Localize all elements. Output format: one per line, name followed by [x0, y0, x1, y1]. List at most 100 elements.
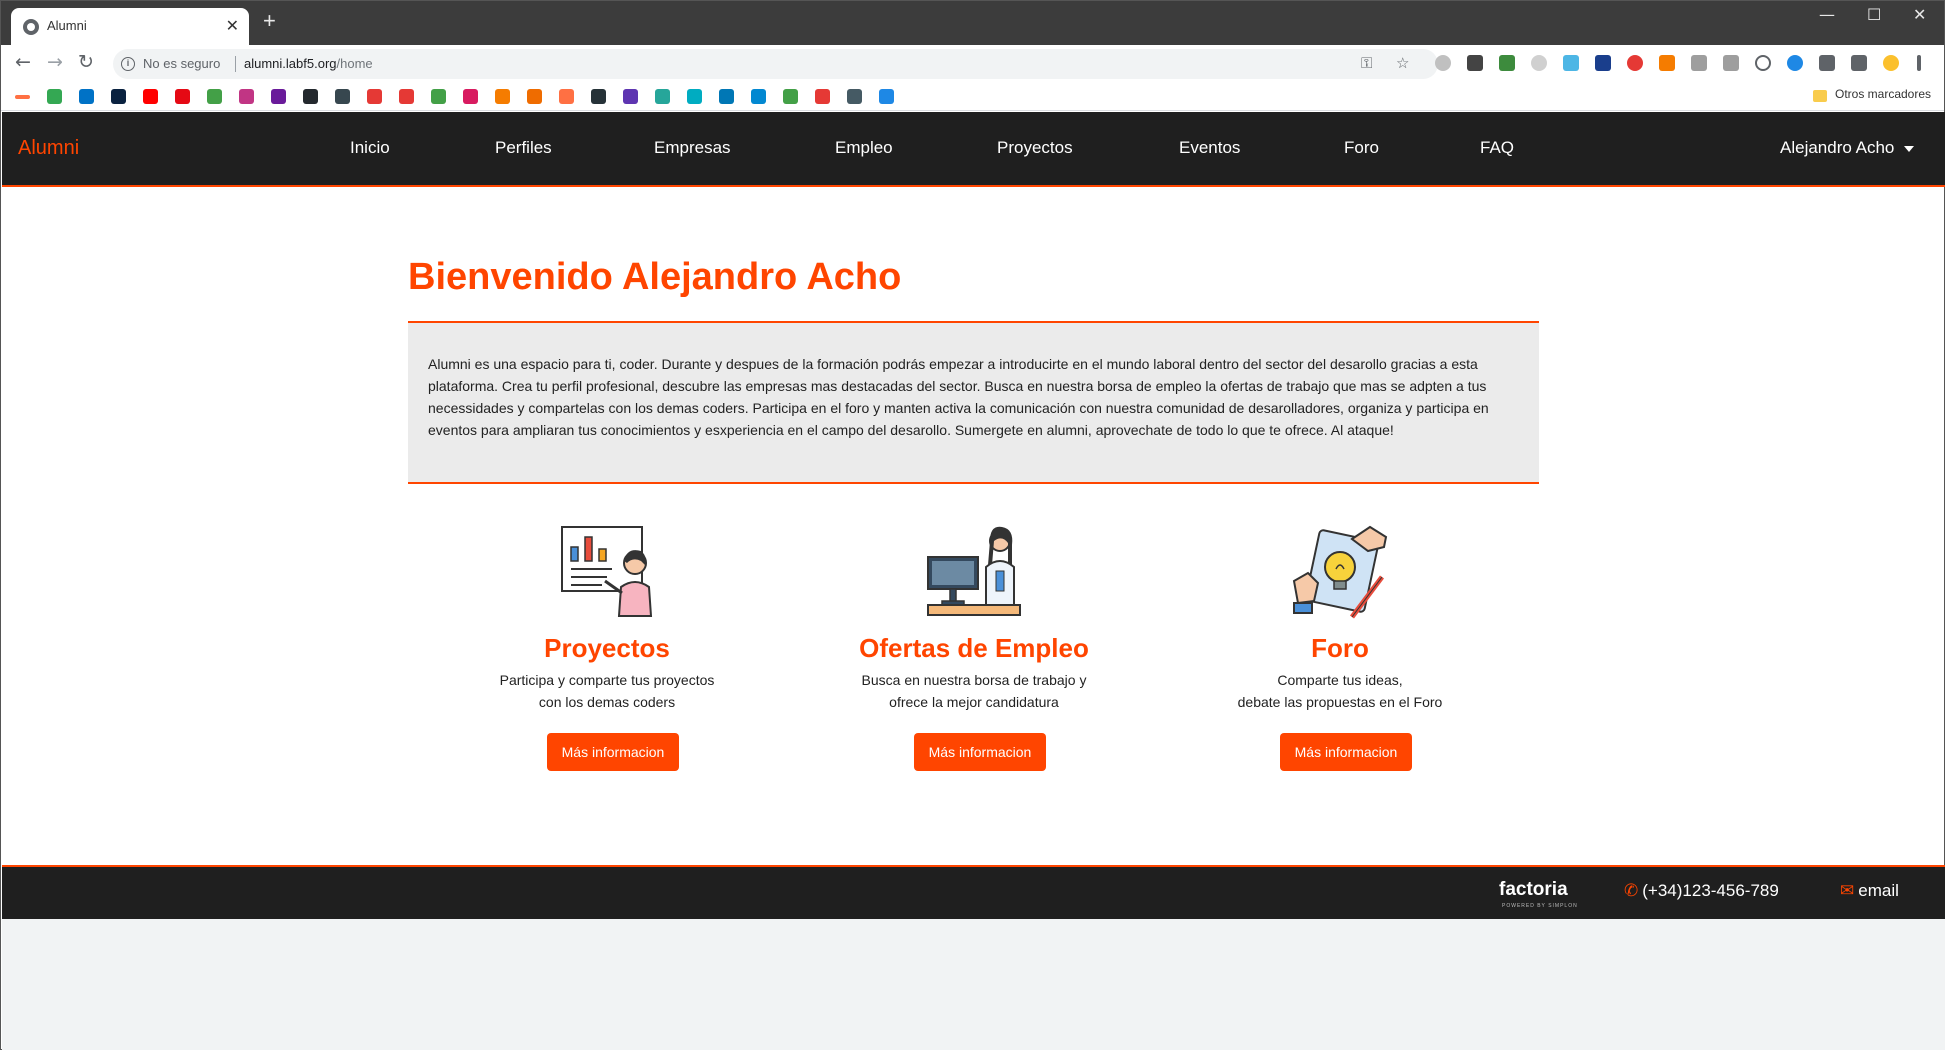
page-background: [2, 919, 1945, 1050]
card-description: Participa y comparte tus proyectos con l…: [447, 669, 767, 713]
phone-number: (+34)123-456-789: [1642, 881, 1779, 900]
extension-icon[interactable]: [1531, 55, 1547, 71]
url-host: alumni.labf5.org: [244, 56, 337, 71]
instagram-icon[interactable]: [239, 89, 254, 104]
intro-box: Alumni es una espacio para ti, coder. Du…: [408, 321, 1539, 484]
site-navbar: Alumni Inicio Perfiles Empresas Empleo P…: [2, 112, 1945, 187]
bookmark-icon[interactable]: [815, 89, 830, 104]
user-name: Alejandro Acho: [1780, 138, 1895, 157]
nav-link-empresas[interactable]: Empresas: [654, 138, 731, 158]
netflix-icon[interactable]: [175, 89, 190, 104]
nav-link-eventos[interactable]: Eventos: [1179, 138, 1240, 158]
close-window-button[interactable]: ✕: [1913, 5, 1926, 24]
site-footer: factoria POWERED BY SIMPLON ✆ (+34)123-45…: [2, 865, 1945, 919]
nav-link-inicio[interactable]: Inicio: [350, 138, 390, 158]
nav-link-empleo[interactable]: Empleo: [835, 138, 893, 158]
idea-icon: [1292, 525, 1388, 619]
bookmark-icon[interactable]: [495, 89, 510, 104]
card-description-line: Busca en nuestra borsa de trabajo y: [861, 672, 1087, 688]
download-icon[interactable]: [1723, 55, 1739, 71]
extension-icon[interactable]: [1563, 55, 1579, 71]
nav-link-proyectos[interactable]: Proyectos: [997, 138, 1073, 158]
envelope-icon: ✉: [1840, 881, 1855, 900]
url-path: /home: [336, 56, 373, 71]
media-icon[interactable]: [1851, 55, 1867, 71]
maximize-button[interactable]: ☐: [1867, 5, 1881, 24]
more-info-button[interactable]: Más informacion: [547, 733, 679, 771]
bookmark-icon[interactable]: [111, 89, 126, 104]
other-bookmarks[interactable]: Otros marcadores: [1835, 87, 1931, 101]
bookmark-icon[interactable]: [271, 89, 286, 104]
bookmark-icon[interactable]: [751, 89, 766, 104]
bookmark-icon[interactable]: [591, 89, 606, 104]
extension-icon[interactable]: [1467, 55, 1483, 71]
address-bar[interactable]: i No es seguro alumni.labf5.org/home ⚿ ☆: [113, 49, 1438, 79]
bookmark-icon[interactable]: [879, 89, 894, 104]
outlook-icon[interactable]: [79, 89, 94, 104]
card-description: Busca en nuestra borsa de trabajo y ofre…: [814, 669, 1134, 713]
youtube-icon[interactable]: [143, 89, 158, 104]
bookmark-icon[interactable]: [367, 89, 382, 104]
avatar[interactable]: [1883, 55, 1899, 71]
card-description-line: Comparte tus ideas,: [1277, 672, 1403, 688]
phone-icon: ✆: [1624, 881, 1639, 900]
extension-icon[interactable]: [1435, 55, 1451, 71]
factoria-logo[interactable]: factoria: [1499, 879, 1568, 901]
tab-strip: Alumni ✕ + — ☐ ✕: [1, 1, 1944, 45]
star-icon[interactable]: ☆: [1396, 54, 1409, 72]
forward-button[interactable]: →: [47, 52, 63, 72]
bookmark-icon[interactable]: [15, 95, 30, 99]
footer-phone[interactable]: ✆ (+34)123-456-789: [1624, 881, 1779, 901]
nav-link-faq[interactable]: FAQ: [1480, 138, 1514, 158]
footer-email[interactable]: ✉ email: [1840, 881, 1899, 901]
bookmark-icon[interactable]: [463, 89, 478, 104]
browser-window: Alumni ✕ + — ☐ ✕ ← → ↻ i No es seguro al…: [0, 0, 1945, 1050]
more-info-button[interactable]: Más informacion: [1280, 733, 1412, 771]
minimize-button[interactable]: —: [1819, 5, 1835, 24]
extension-icon[interactable]: [1499, 55, 1515, 71]
bookmark-icon[interactable]: [431, 89, 446, 104]
extension-icon[interactable]: [1691, 55, 1707, 71]
linkedin-icon[interactable]: [719, 89, 734, 104]
user-menu[interactable]: Alejandro Acho: [1780, 138, 1915, 158]
github-icon[interactable]: [303, 89, 318, 104]
tab-close-button[interactable]: ✕: [226, 16, 239, 36]
key-icon[interactable]: ⚿: [1361, 54, 1372, 72]
bookmarks-bar: Otros marcadores: [1, 82, 1944, 111]
kebab-menu-icon[interactable]: [1917, 55, 1921, 71]
bookmark-icon[interactable]: [207, 89, 222, 104]
extension-icon[interactable]: [1595, 55, 1611, 71]
bookmark-icon[interactable]: [335, 89, 350, 104]
bookmark-icon[interactable]: [399, 89, 414, 104]
info-icon[interactable]: i: [121, 57, 135, 71]
bookmark-icon[interactable]: [655, 89, 670, 104]
new-tab-button[interactable]: +: [263, 10, 276, 32]
adblock-icon[interactable]: [1627, 55, 1643, 71]
bookmark-icon[interactable]: [687, 89, 702, 104]
url-text[interactable]: alumni.labf5.org/home: [244, 56, 373, 71]
nav-link-perfiles[interactable]: Perfiles: [495, 138, 552, 158]
bookmark-icon[interactable]: [847, 89, 862, 104]
bookmark-icon[interactable]: [559, 89, 574, 104]
bookmark-icon[interactable]: [623, 89, 638, 104]
more-info-button[interactable]: Más informacion: [914, 733, 1046, 771]
extension-icon[interactable]: [1659, 55, 1675, 71]
card-description-line: con los demas coders: [538, 694, 676, 710]
search-icon[interactable]: [1755, 55, 1771, 71]
globe-icon: [23, 19, 39, 35]
card-title: Ofertas de Empleo: [859, 633, 1089, 663]
card-title: Foro: [1311, 633, 1369, 663]
extension-icon[interactable]: [1787, 55, 1803, 71]
caret-down-icon: [1904, 145, 1915, 152]
bookmark-icon[interactable]: [527, 89, 542, 104]
tab-alumni[interactable]: Alumni ✕: [11, 8, 249, 45]
back-button[interactable]: ←: [15, 52, 31, 72]
puzzle-icon[interactable]: [1819, 55, 1835, 71]
bookmark-icon[interactable]: [783, 89, 798, 104]
security-label[interactable]: No es seguro: [143, 56, 220, 71]
reload-button[interactable]: ↻: [78, 52, 94, 72]
site-brand[interactable]: Alumni: [18, 137, 79, 160]
folder-icon: [1813, 90, 1827, 102]
drive-icon[interactable]: [47, 89, 62, 104]
nav-link-foro[interactable]: Foro: [1344, 138, 1379, 158]
